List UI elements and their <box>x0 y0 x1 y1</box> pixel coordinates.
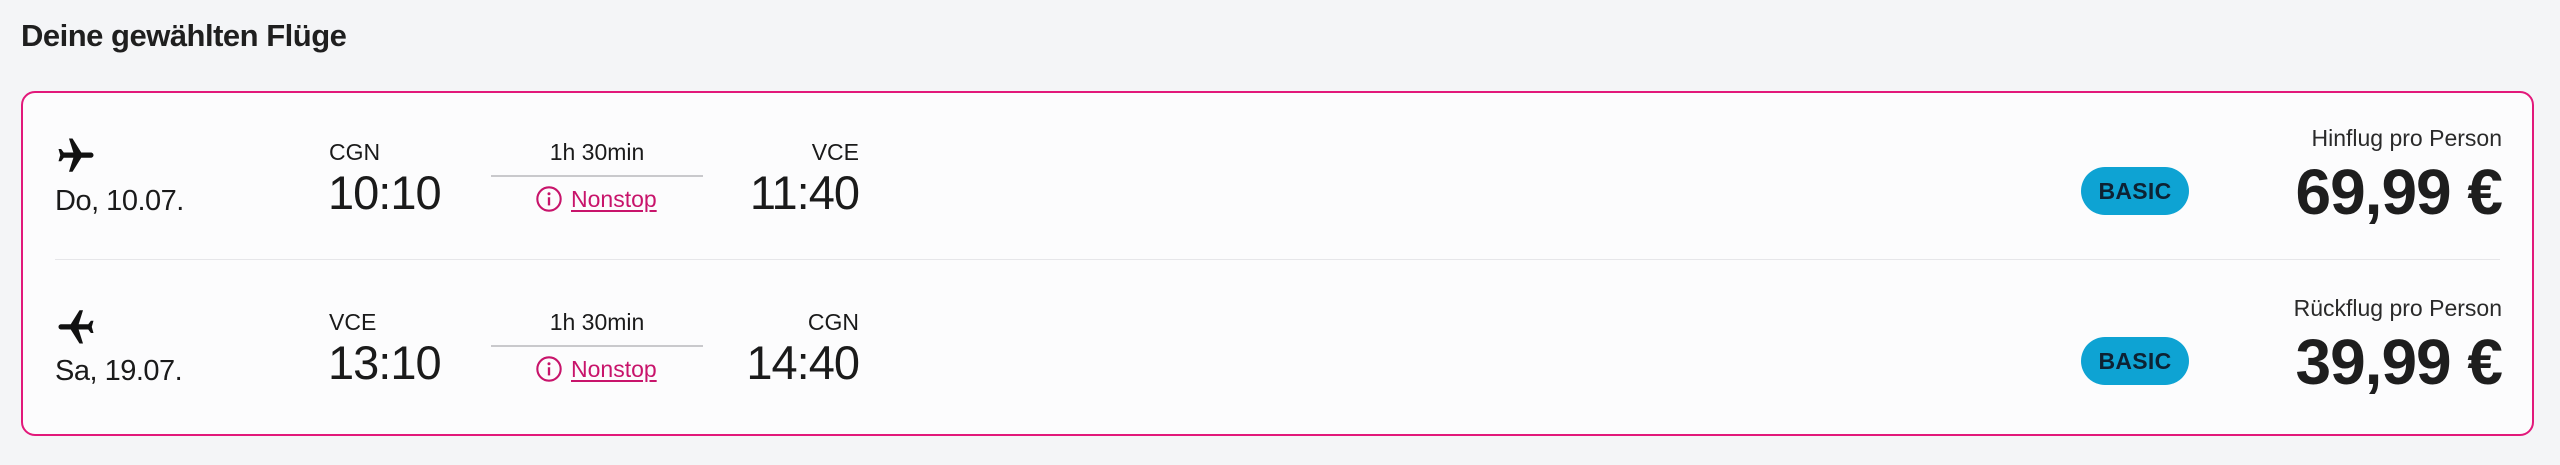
plane-departure-icon <box>58 138 94 172</box>
duration-line <box>491 345 703 347</box>
row-divider <box>55 259 2500 260</box>
nonstop-label: Nonstop <box>571 355 657 382</box>
selected-flights-card: Do, 10.07. CGN 10:10 1h 30min Nonstop VC… <box>21 91 2534 436</box>
arrival-airport-code: VCE <box>811 139 859 165</box>
page-title: Deine gewählten Flüge <box>21 18 347 53</box>
info-icon <box>536 356 562 382</box>
fare-badge: BASIC <box>2081 337 2189 385</box>
nonstop-label: Nonstop <box>571 185 657 212</box>
fare-badge: BASIC <box>2081 167 2189 215</box>
nonstop-link[interactable]: Nonstop <box>535 185 657 213</box>
flight-date: Sa, 19.07. <box>55 355 183 387</box>
arrival-time: 11:40 <box>749 166 860 219</box>
price-label: Rückflug pro Person <box>2293 295 2502 321</box>
arrival-time: 14:40 <box>746 336 860 389</box>
flight-duration: 1h 30min <box>549 309 645 335</box>
nonstop-link[interactable]: Nonstop <box>535 355 657 383</box>
price-value: 39,99 € <box>2295 326 2503 398</box>
flight-date: Do, 10.07. <box>55 185 184 217</box>
price-value: 69,99 € <box>2295 156 2503 228</box>
arrival-airport-code: CGN <box>807 309 859 335</box>
departure-time: 10:10 <box>328 166 442 219</box>
price-label: Hinflug pro Person <box>2311 125 2503 151</box>
flight-row-return: Sa, 19.07. VCE 13:10 1h 30min Nonstop CG… <box>23 263 2532 433</box>
plane-return-icon <box>58 310 94 344</box>
departure-airport-code: CGN <box>329 139 381 165</box>
departure-time: 13:10 <box>328 336 442 389</box>
duration-line <box>491 175 703 177</box>
flight-duration: 1h 30min <box>549 139 645 165</box>
info-icon <box>536 186 562 212</box>
flight-row-outbound: Do, 10.07. CGN 10:10 1h 30min Nonstop VC… <box>23 93 2532 263</box>
departure-airport-code: VCE <box>329 309 377 335</box>
